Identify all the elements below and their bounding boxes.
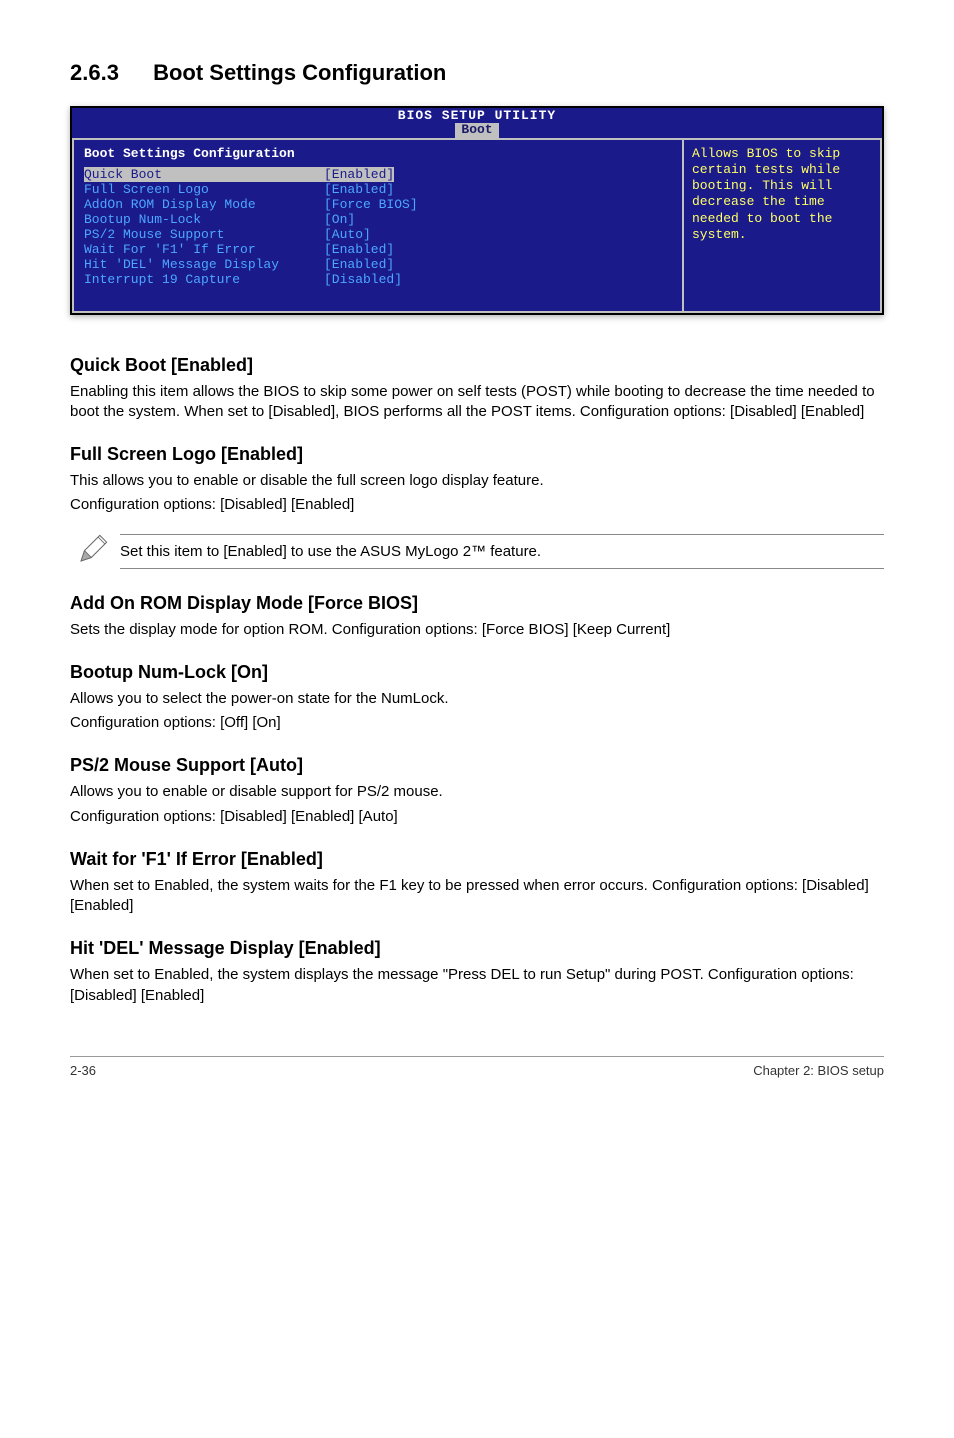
bios-help-panel: Allows BIOS to skip certain tests while … [682, 138, 882, 313]
bios-setting-label: Bootup Num-Lock [84, 212, 324, 227]
bios-title-bar: BIOS SETUP UTILITY Boot [72, 108, 882, 138]
heading-quick-boot: Quick Boot [Enabled] [70, 355, 884, 376]
heading-addon-rom: Add On ROM Display Mode [Force BIOS] [70, 593, 884, 614]
text-ps2-1: Allows you to enable or disable support … [70, 782, 884, 802]
bios-setting-value: [Disabled] [324, 272, 402, 287]
bios-screenshot: BIOS SETUP UTILITY Boot Boot Settings Co… [70, 106, 884, 315]
bios-body: Boot Settings Configuration Quick Boot[E… [72, 138, 882, 313]
bios-setting-row: Wait For 'F1' If Error[Enabled] [84, 242, 672, 257]
bios-setting-label: PS/2 Mouse Support [84, 227, 324, 242]
text-ps2-2: Configuration options: [Disabled] [Enabl… [70, 807, 884, 827]
note-text: Set this item to [Enabled] to use the AS… [120, 534, 884, 569]
pencil-icon [70, 532, 120, 571]
bios-setting-value: [Enabled] [324, 257, 394, 272]
bios-setting-label: Hit 'DEL' Message Display [84, 257, 324, 272]
bios-setting-label: AddOn ROM Display Mode [84, 197, 324, 212]
text-wait-f1: When set to Enabled, the system waits fo… [70, 876, 884, 917]
bios-setting-value: [Auto] [324, 227, 371, 242]
heading-wait-f1: Wait for 'F1' If Error [Enabled] [70, 849, 884, 870]
bios-setting-label: Wait For 'F1' If Error [84, 242, 324, 257]
bios-setting-value: [On] [324, 212, 355, 227]
bios-setting-row: AddOn ROM Display Mode[Force BIOS] [84, 197, 672, 212]
footer-chapter: Chapter 2: BIOS setup [753, 1063, 884, 1078]
note-row: Set this item to [Enabled] to use the AS… [70, 532, 884, 571]
heading-full-screen-logo: Full Screen Logo [Enabled] [70, 444, 884, 465]
text-quick-boot: Enabling this item allows the BIOS to sk… [70, 382, 884, 423]
bios-settings-panel: Boot Settings Configuration Quick Boot[E… [72, 138, 682, 313]
text-bootup-numlock-2: Configuration options: [Off] [On] [70, 713, 884, 733]
heading-hit-del: Hit 'DEL' Message Display [Enabled] [70, 938, 884, 959]
text-full-screen-logo-1: This allows you to enable or disable the… [70, 471, 884, 491]
bios-panel-title: Boot Settings Configuration [84, 146, 672, 161]
text-full-screen-logo-2: Configuration options: [Disabled] [Enabl… [70, 495, 884, 515]
bios-setting-row: Interrupt 19 Capture[Disabled] [84, 272, 672, 287]
text-bootup-numlock-1: Allows you to select the power-on state … [70, 689, 884, 709]
heading-ps2: PS/2 Mouse Support [Auto] [70, 755, 884, 776]
bios-utility-title: BIOS SETUP UTILITY [72, 109, 882, 123]
bios-setting-value: [Enabled] [324, 167, 394, 182]
section-title: Boot Settings Configuration [153, 60, 446, 85]
text-hit-del: When set to Enabled, the system displays… [70, 965, 884, 1006]
bios-setting-value: [Force BIOS] [324, 197, 418, 212]
bios-setting-label: Quick Boot [84, 167, 324, 182]
bios-setting-value: [Enabled] [324, 182, 394, 197]
section-header: 2.6.3 Boot Settings Configuration [70, 60, 884, 86]
heading-bootup-numlock: Bootup Num-Lock [On] [70, 662, 884, 683]
bios-tab: Boot [455, 123, 498, 137]
section-number: 2.6.3 [70, 60, 119, 86]
bios-setting-row: Full Screen Logo[Enabled] [84, 182, 672, 197]
bios-setting-row: Bootup Num-Lock[On] [84, 212, 672, 227]
text-addon-rom: Sets the display mode for option ROM. Co… [70, 620, 884, 640]
bios-setting-row: Hit 'DEL' Message Display[Enabled] [84, 257, 672, 272]
bios-setting-row: Quick Boot[Enabled] [84, 167, 672, 182]
page-footer: 2-36 Chapter 2: BIOS setup [70, 1056, 884, 1078]
bios-setting-row: PS/2 Mouse Support[Auto] [84, 227, 672, 242]
bios-setting-label: Interrupt 19 Capture [84, 272, 324, 287]
bios-setting-label: Full Screen Logo [84, 182, 324, 197]
footer-page-number: 2-36 [70, 1063, 96, 1078]
bios-setting-value: [Enabled] [324, 242, 394, 257]
